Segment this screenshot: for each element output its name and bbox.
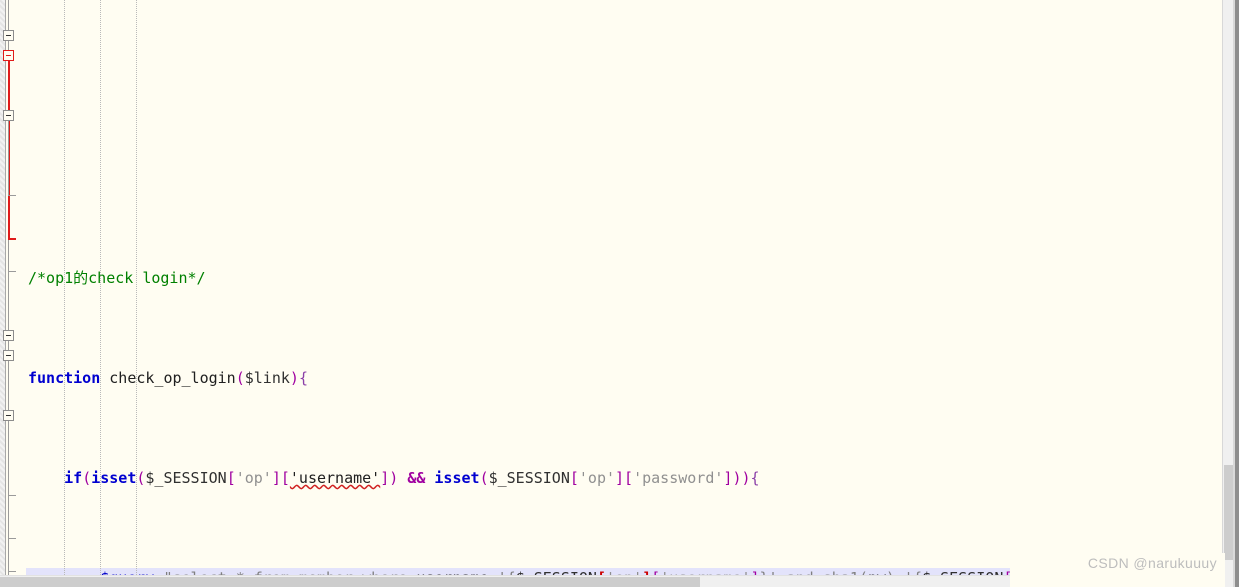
fold-marker-if-op1[interactable] xyxy=(3,50,14,61)
fold-marker-function-op2[interactable] xyxy=(3,330,14,341)
window-edge-outer xyxy=(1235,0,1239,587)
fold-range-end-function-op1 xyxy=(8,271,16,272)
fold-range-end-if-op1 xyxy=(8,238,16,240)
keyword-function: function xyxy=(28,369,101,387)
fold-marker-function-op1[interactable] xyxy=(3,30,14,41)
fold-marker-inner-if-op2[interactable] xyxy=(3,410,14,421)
function-name-op1: check_op_login xyxy=(109,369,236,387)
code-line-4[interactable]: if(isset($_SESSION['op']['username']) &&… xyxy=(26,468,1239,488)
comment-op1: /*op1的check login*/ xyxy=(28,269,206,287)
fold-marker-if-op2[interactable] xyxy=(3,350,14,361)
code-editor[interactable]: } /*op1的check login*/ function check_op_… xyxy=(0,0,1239,587)
code-line-1[interactable]: } xyxy=(26,180,1239,188)
fold-range-inner-if-op2 xyxy=(8,421,9,495)
fold-range-end-inner-if-op1 xyxy=(8,195,16,196)
fold-range-inner-if-op1 xyxy=(8,121,9,195)
code-line-3[interactable]: function check_op_login($link){ xyxy=(26,368,1239,388)
fold-range-end-function-op2 xyxy=(8,571,16,572)
editor-gutter[interactable] xyxy=(0,0,26,587)
horizontal-scrollbar-thumb[interactable] xyxy=(0,577,700,587)
indent-guide-1 xyxy=(64,0,66,587)
csdn-watermark: CSDN @narukuuuy xyxy=(1087,555,1217,571)
fold-marker-inner-if-op1[interactable] xyxy=(3,110,14,121)
indent-guide-2 xyxy=(100,0,102,587)
code-line-2[interactable]: /*op1的check login*/ xyxy=(26,268,1239,288)
fold-range-end-if-op2 xyxy=(8,538,16,539)
gutter-texture-stripe xyxy=(0,0,6,587)
fold-range-end-inner-if-op2 xyxy=(8,495,16,496)
indent-guide-3 xyxy=(136,0,138,587)
code-text-area[interactable]: } /*op1的check login*/ function check_op_… xyxy=(26,0,1239,587)
